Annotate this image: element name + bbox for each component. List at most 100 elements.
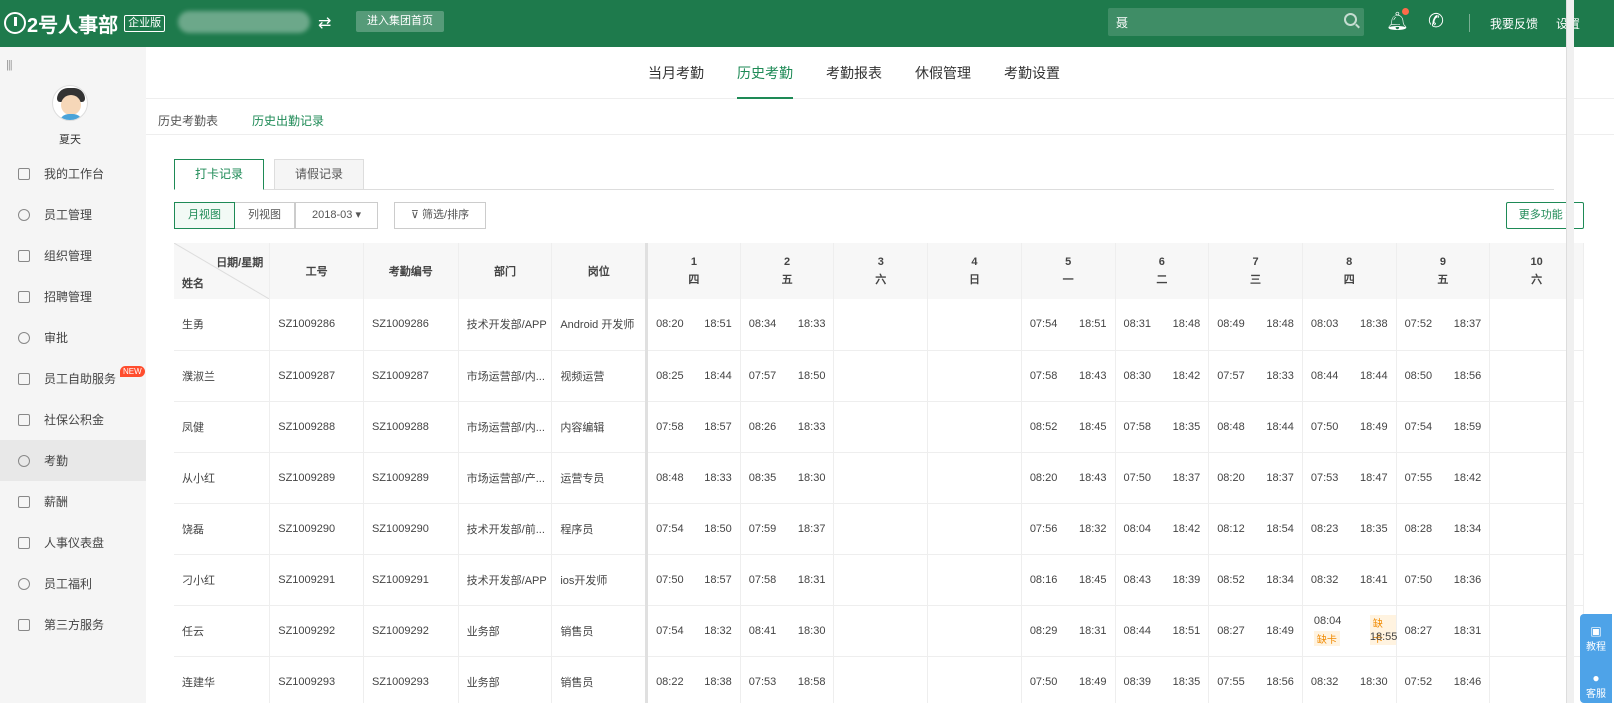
attendance-cell[interactable]: 07:58 18:31 — [740, 554, 835, 606]
attendance-cell[interactable]: 08:32 18:41 — [1302, 554, 1397, 606]
attendance-cell[interactable] — [927, 299, 1022, 351]
switch-company-icon[interactable]: ⇄ — [318, 13, 331, 33]
attendance-cell[interactable]: 08:20 18:37 — [1208, 452, 1303, 504]
sidebar-item-10[interactable]: 员工福利 — [0, 563, 146, 604]
table-row[interactable]: 饶磊 SZ1009290 SZ1009290 技术开发部/前... 程序员 07:54 18… — [174, 503, 1584, 555]
month-select[interactable]: 2018-03 ▾ — [295, 202, 378, 229]
sub-tab-1[interactable]: 历史出勤记录 — [252, 112, 324, 129]
attendance-cell[interactable]: 08:50 18:56 — [1396, 350, 1491, 402]
attendance-cell[interactable]: 08:25 18:44 — [646, 350, 741, 402]
attendance-cell[interactable] — [927, 503, 1022, 555]
tutorial-label[interactable]: 教程 — [1586, 642, 1606, 653]
attendance-cell[interactable] — [833, 554, 929, 606]
tab-2[interactable]: 考勤报表 — [826, 63, 882, 99]
page-scrollbar[interactable] — [1566, 0, 1574, 703]
sidebar-item-1[interactable]: 员工管理 — [0, 194, 146, 235]
feedback-link[interactable]: 我要反馈 — [1490, 15, 1538, 32]
app-logo[interactable]: 2号人事部 企业版 — [4, 9, 166, 37]
sidebar-item-7[interactable]: 考勤 — [0, 440, 146, 481]
attendance-cell[interactable]: 07:55 18:56 — [1208, 656, 1303, 703]
attendance-cell[interactable]: 08:52 18:34 — [1208, 554, 1303, 606]
attendance-cell[interactable]: 07:58 18:35 — [1115, 401, 1210, 453]
search-input[interactable] — [1108, 8, 1364, 36]
table-row[interactable]: 凤健 SZ1009288 SZ1009288 市场运营部/内... 内容编辑 07:58 1… — [174, 401, 1584, 453]
attendance-cell[interactable] — [833, 503, 929, 555]
attendance-cell[interactable] — [833, 350, 929, 402]
enter-group-home-button[interactable]: 进入集团首页 — [356, 11, 444, 32]
attendance-cell[interactable]: 07:59 18:37 — [740, 503, 835, 555]
attendance-cell[interactable]: 08:43 18:39 — [1115, 554, 1210, 606]
tab-4[interactable]: 考勤设置 — [1004, 63, 1060, 99]
attendance-cell[interactable]: 07:54 18:59 — [1396, 401, 1491, 453]
table-row[interactable]: 刁小红 SZ1009291 SZ1009291 技术开发部/APP ios开发师 07:5… — [174, 554, 1584, 606]
attendance-cell[interactable]: 07:56 18:32 — [1021, 503, 1116, 555]
attendance-cell[interactable]: 07:53 18:47 — [1302, 452, 1397, 504]
filter-sort-button[interactable]: ⊽ 筛选/排序 — [394, 202, 486, 229]
sub-tab-0[interactable]: 历史考勤表 — [158, 112, 218, 129]
tab-0[interactable]: 当月考勤 — [648, 63, 704, 99]
attendance-cell[interactable] — [833, 401, 929, 453]
attendance-cell[interactable] — [833, 299, 929, 351]
sidebar-item-4[interactable]: 审批 — [0, 317, 146, 358]
attendance-cell[interactable]: 07:54 18:51 — [1021, 299, 1116, 351]
search-icon[interactable] — [1344, 13, 1357, 26]
attendance-cell[interactable] — [833, 656, 929, 703]
sidebar-item-8[interactable]: 薪酬 — [0, 481, 146, 522]
table-row[interactable]: 连建华 SZ1009293 SZ1009293 业务部 销售员 08:22 18:38 07:… — [174, 656, 1584, 703]
avatar[interactable] — [52, 85, 88, 121]
attendance-cell[interactable]: 08:27 18:49 — [1208, 605, 1303, 657]
sidebar-item-5[interactable]: 员工自助服务 NEW — [0, 358, 146, 399]
attendance-cell[interactable] — [927, 350, 1022, 402]
attendance-cell[interactable]: 07:50 18:57 — [646, 554, 741, 606]
attendance-cell[interactable]: 08:16 18:45 — [1021, 554, 1116, 606]
attendance-cell[interactable]: 07:54 18:50 — [646, 503, 741, 555]
table-row[interactable]: 生勇 SZ1009286 SZ1009286 技术开发部/APP Android 开发师… — [174, 299, 1584, 351]
attendance-cell[interactable]: 08:29 18:31 — [1021, 605, 1116, 657]
attendance-cell[interactable]: 08:49 18:48 — [1208, 299, 1303, 351]
attendance-cell[interactable]: 07:55 18:42 — [1396, 452, 1491, 504]
service-label[interactable]: 客服 — [1586, 689, 1606, 700]
attendance-cell[interactable]: 07:52 18:46 — [1396, 656, 1491, 703]
attendance-cell[interactable]: 08:20 18:43 — [1021, 452, 1116, 504]
attendance-cell[interactable]: 08:28 18:34 — [1396, 503, 1491, 555]
inner-tab-1[interactable]: 请假记录 — [274, 159, 364, 190]
tab-1[interactable]: 历史考勤 — [737, 63, 793, 99]
sidebar-item-0[interactable]: 我的工作台 — [0, 153, 146, 194]
attendance-cell[interactable]: 08:22 18:38 — [646, 656, 741, 703]
table-row[interactable]: 濮淑兰 SZ1009287 SZ1009287 市场运营部/内... 视频运营 08:25… — [174, 350, 1584, 402]
attendance-cell[interactable]: 08:20 18:51 — [646, 299, 741, 351]
tab-3[interactable]: 休假管理 — [915, 63, 971, 99]
attendance-cell[interactable]: 08:52 18:45 — [1021, 401, 1116, 453]
attendance-cell[interactable]: 07:52 18:37 — [1396, 299, 1491, 351]
attendance-cell[interactable]: 08:48 18:33 — [646, 452, 741, 504]
attendance-cell[interactable]: 07:57 18:33 — [1208, 350, 1303, 402]
attendance-cell[interactable]: 07:50 18:49 — [1021, 656, 1116, 703]
sidebar-item-6[interactable]: 社保公积金 — [0, 399, 146, 440]
table-row[interactable]: 任云 SZ1009292 SZ1009292 业务部 销售员 07:54 18:32 08:4… — [174, 605, 1584, 657]
attendance-cell[interactable]: 07:58 18:57 — [646, 401, 741, 453]
sidebar-item-11[interactable]: 第三方服务 — [0, 604, 146, 645]
table-row[interactable]: 从小红 SZ1009289 SZ1009289 市场运营部/产... 运营专员 08:48… — [174, 452, 1584, 504]
sidebar-item-9[interactable]: 人事仪表盘 — [0, 522, 146, 563]
list-view-button[interactable]: 列视图 — [235, 202, 295, 229]
attendance-cell[interactable]: 07:54 18:32 — [646, 605, 741, 657]
attendance-cell[interactable]: 08:23 18:35 — [1302, 503, 1397, 555]
floating-help[interactable]: ▣ 教程 ● 客服 — [1580, 614, 1612, 703]
attendance-cell[interactable]: 08:30 18:42 — [1115, 350, 1210, 402]
attendance-cell[interactable] — [927, 656, 1022, 703]
collapse-sidebar-icon[interactable]: ||| — [6, 59, 13, 71]
attendance-cell[interactable]: 08:44 18:44 — [1302, 350, 1397, 402]
attendance-cell[interactable]: 07:50 18:49 — [1302, 401, 1397, 453]
attendance-cell[interactable] — [833, 605, 929, 657]
attendance-cell[interactable]: 08:35 18:30 — [740, 452, 835, 504]
attendance-cell[interactable] — [927, 401, 1022, 453]
attendance-cell[interactable] — [833, 452, 929, 504]
attendance-cell[interactable]: 07:50 18:37 — [1115, 452, 1210, 504]
attendance-cell[interactable]: 08:39 18:35 — [1115, 656, 1210, 703]
attendance-cell[interactable]: 08:03 18:38 — [1302, 299, 1397, 351]
attendance-cell[interactable]: 08:26 18:33 — [740, 401, 835, 453]
attendance-cell[interactable]: 08:04 18:42 — [1115, 503, 1210, 555]
attendance-cell[interactable]: 08:48 18:44 — [1208, 401, 1303, 453]
attendance-cell[interactable]: 07:57 18:50 — [740, 350, 835, 402]
attendance-cell[interactable]: 08:34 18:33 — [740, 299, 835, 351]
